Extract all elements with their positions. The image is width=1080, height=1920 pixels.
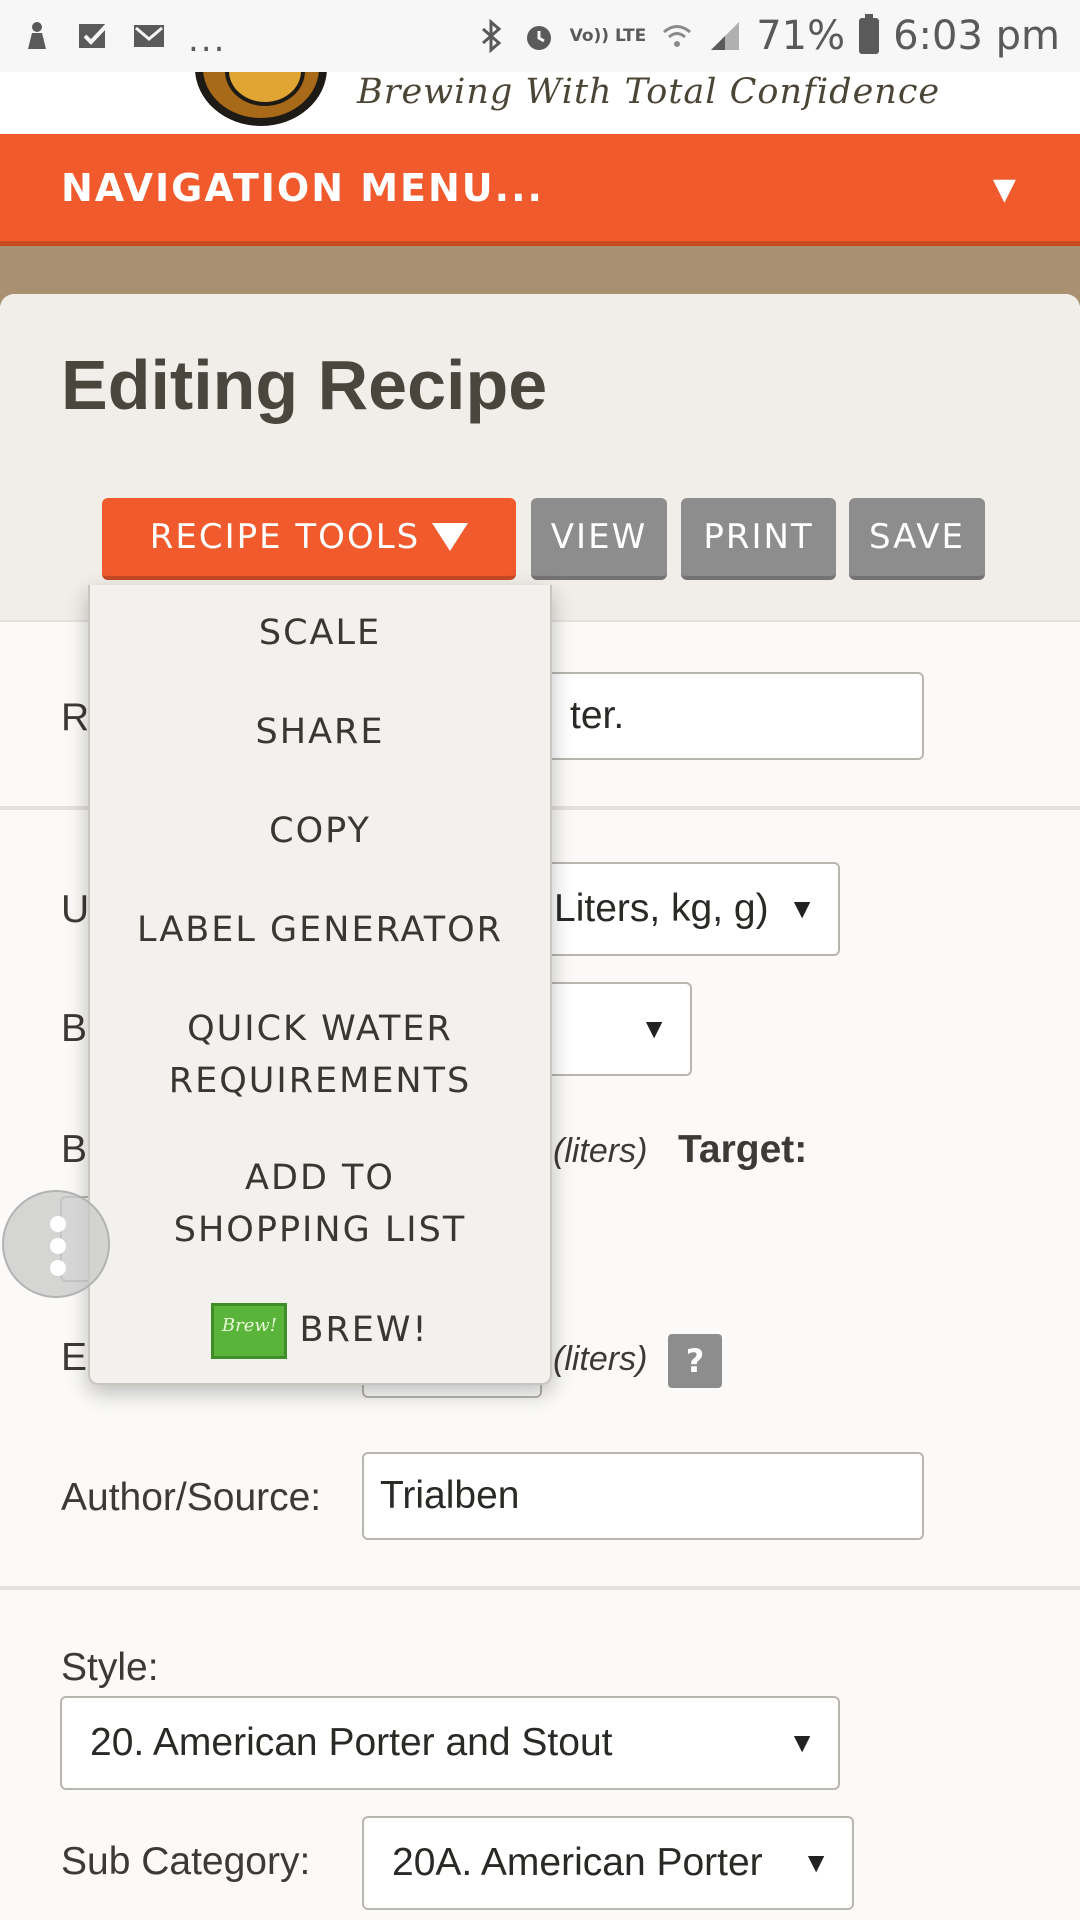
author-source-value: Trialben (380, 1474, 520, 1517)
units-value: Liters, kg, g) (554, 887, 769, 930)
wifi-icon (663, 25, 692, 47)
more-vertical-icon (50, 1216, 66, 1232)
notification-dots: ... (188, 20, 227, 60)
boil-label: B (61, 1007, 88, 1050)
recipe-tools-button[interactable]: RECIPE TOOLS (102, 498, 516, 580)
select-arrow-icon: ▼ (788, 1727, 816, 1758)
sub-category-label: Sub Category: (61, 1840, 311, 1883)
site-tagline: Brewing With Total Confidence (357, 72, 941, 112)
network-indicator: Vo)) LTE (569, 25, 647, 46)
batch-size-label: B (61, 1128, 88, 1171)
menu-item-quick-water-requirements[interactable]: QUICK WATER REQUIREMENTS (90, 1003, 550, 1107)
clock: 6:03 pm (893, 13, 1060, 59)
sub-category-value: 20A. American Porter (392, 1841, 763, 1884)
select-arrow-icon: ▼ (788, 893, 816, 924)
site-header: Brewing With Total Confidence (0, 72, 1080, 134)
floating-menu-button[interactable] (2, 1190, 110, 1298)
navigation-menu[interactable]: NAVIGATION MENU... ▼ (0, 134, 1080, 246)
batch-size-units: (liters) (553, 1132, 648, 1170)
style-value: 20. American Porter and Stout (90, 1721, 613, 1764)
check-icon (79, 23, 109, 48)
help-button[interactable]: ? (668, 1334, 722, 1388)
author-source-input[interactable]: Trialben (362, 1452, 924, 1540)
menu-item-scale[interactable]: SCALE (90, 607, 550, 659)
more-vertical-icon-dot (50, 1238, 66, 1254)
recipe-tools-dropdown: SCALE SHARE COPY LABEL GENERATOR QUICK W… (88, 585, 552, 1385)
view-button[interactable]: VIEW (531, 498, 667, 580)
navigation-menu-label: NAVIGATION MENU... (61, 165, 544, 210)
status-bar: ... Vo)) LTE 71% 6:03 pm (0, 0, 1080, 72)
menu-item-add-to-shopping-list[interactable]: ADD TO SHOPPING LIST (90, 1152, 550, 1256)
author-source-label: Author/Source: (61, 1476, 322, 1519)
style-select[interactable]: 20. American Porter and Stout ▼ (60, 1696, 840, 1790)
page-title: Editing Recipe (61, 346, 548, 424)
print-button[interactable]: PRINT (681, 498, 836, 580)
signal-icon (711, 22, 740, 50)
mail-icon (134, 25, 164, 47)
battery-icon (859, 14, 880, 54)
efficiency-units: (liters) (553, 1340, 648, 1378)
alarm-icon (526, 26, 551, 50)
app-icon (28, 22, 46, 49)
efficiency-label: E (61, 1336, 88, 1379)
units-label: U (61, 888, 90, 931)
menu-item-brew-label: BREW! (299, 1310, 429, 1350)
select-arrow-icon: ▼ (640, 1013, 668, 1044)
sub-category-select[interactable]: 20A. American Porter ▼ (362, 1816, 854, 1910)
caret-down-icon: ▼ (992, 172, 1016, 207)
divider (0, 1586, 1080, 1590)
save-button[interactable]: SAVE (849, 498, 985, 580)
select-arrow-icon: ▼ (802, 1847, 830, 1878)
menu-item-label-generator[interactable]: LABEL GENERATOR (90, 904, 550, 956)
recipe-name-value: ter. (570, 694, 625, 737)
recipe-name-label: R (61, 696, 90, 739)
menu-item-copy[interactable]: COPY (90, 805, 550, 857)
battery-percent: 71% (756, 13, 846, 59)
recipe-tools-label: RECIPE TOOLS (149, 517, 421, 557)
more-vertical-icon-dot (50, 1260, 66, 1276)
site-logo[interactable] (195, 72, 327, 126)
menu-item-brew[interactable]: Brew! BREW! (90, 1303, 550, 1359)
brew-badge-icon: Brew! (211, 1303, 288, 1359)
bluetooth-icon (481, 19, 501, 53)
triangle-down-icon (432, 523, 469, 551)
menu-item-share[interactable]: SHARE (90, 706, 550, 758)
target-label: Target: (678, 1128, 808, 1171)
style-label: Style: (61, 1646, 159, 1689)
